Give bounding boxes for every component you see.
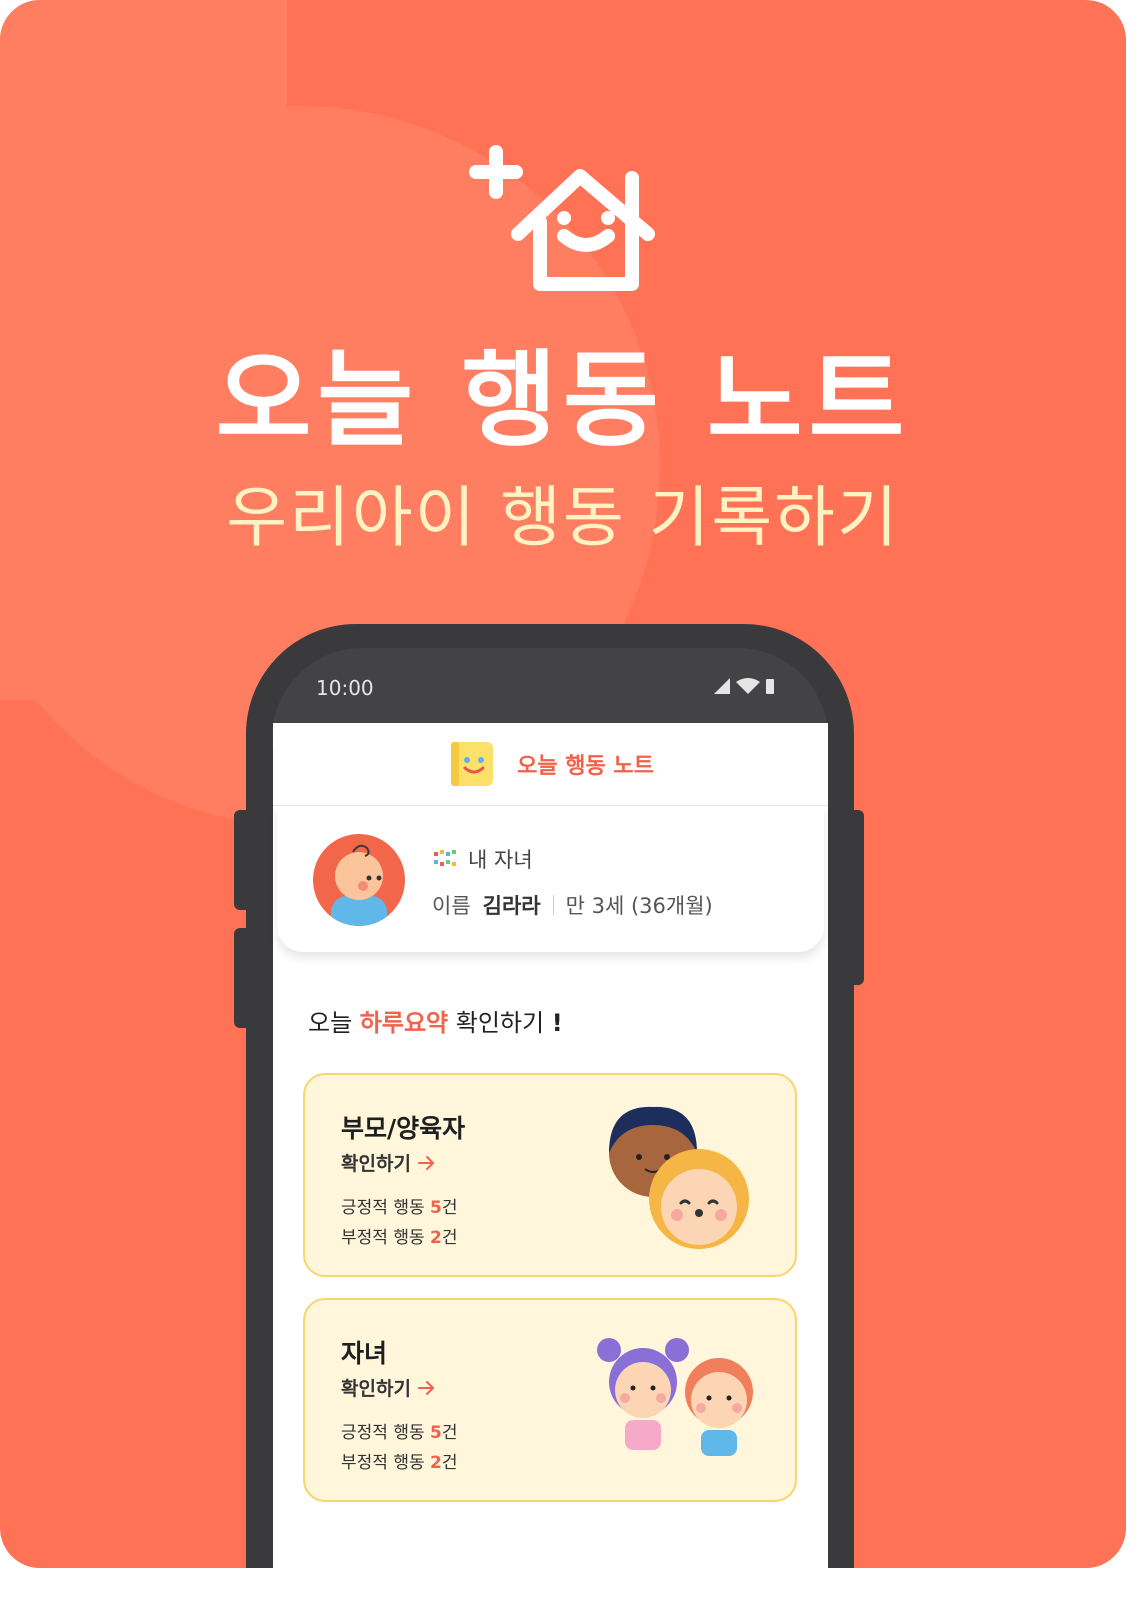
child-section-label: 내 자녀 bbox=[432, 844, 533, 874]
arrow-right-icon bbox=[417, 1155, 435, 1170]
negative-stat: 부정적 행동 2건 bbox=[341, 1228, 458, 1248]
info-divider bbox=[552, 895, 554, 915]
summary-highlight: 하루요약 bbox=[359, 1009, 449, 1037]
app-header: 오늘 행동 노트 bbox=[273, 723, 828, 806]
child-name: 김라라 bbox=[482, 894, 541, 918]
home-plus-icon bbox=[469, 145, 655, 291]
child-avatar bbox=[313, 834, 405, 926]
card-title: 자녀 bbox=[341, 1339, 388, 1368]
summary-suffix: 확인하기 bbox=[448, 1009, 545, 1037]
battery-icon bbox=[766, 679, 774, 694]
notebook-icon bbox=[451, 742, 494, 786]
parent-summary-card[interactable]: 부모/양육자 확인하기 긍정적 행동 5건 부정적 행동 2건 bbox=[303, 1073, 797, 1277]
status-icons bbox=[714, 678, 774, 694]
promo-poster: 오늘 행동 노트 우리아이 행동 기록하기 10:00 오늘 행동 노트 내 자… bbox=[0, 0, 1126, 1568]
wifi-icon bbox=[736, 678, 760, 694]
summary-prefix: 오늘 bbox=[308, 1009, 360, 1037]
summary-heading: 오늘 하루요약 확인하기 ! bbox=[308, 1003, 563, 1038]
summary-exclaim: ! bbox=[551, 1009, 563, 1037]
child-info: 이름 김라라 만 3세 (36개월) bbox=[432, 890, 713, 920]
status-time: 10:00 bbox=[316, 676, 374, 700]
card-check-link[interactable]: 확인하기 bbox=[341, 1149, 437, 1176]
negative-stat: 부정적 행동 2건 bbox=[341, 1453, 458, 1473]
app-screen: 오늘 행동 노트 내 자녀 이름 김라라 만 3세 (36개월) 오늘 하루요약… bbox=[273, 723, 828, 1568]
child-profile-card[interactable]: 내 자녀 이름 김라라 만 3세 (36개월) bbox=[277, 806, 824, 952]
positive-stat: 긍정적 행동 5건 bbox=[341, 1423, 458, 1443]
child-summary-card[interactable]: 자녀 확인하기 긍정적 행동 5건 부정적 행동 2건 bbox=[303, 1298, 797, 1502]
card-check-link[interactable]: 확인하기 bbox=[341, 1374, 437, 1401]
card-link-label: 확인하기 bbox=[341, 1378, 411, 1400]
name-label: 이름 bbox=[432, 894, 471, 918]
arrow-right-icon bbox=[417, 1380, 435, 1395]
phone-mockup: 10:00 오늘 행동 노트 내 자녀 이름 김라라 만 3세 (36개월) 오… bbox=[246, 624, 854, 1568]
children-illustration bbox=[597, 1338, 753, 1456]
hero-title: 오늘 행동 노트 bbox=[215, 339, 911, 461]
parents-illustration bbox=[609, 1106, 749, 1249]
app-title: 오늘 행동 노트 bbox=[517, 754, 654, 779]
child-section-text: 내 자녀 bbox=[468, 848, 533, 872]
positive-stat: 긍정적 행동 5건 bbox=[341, 1198, 458, 1218]
abacus-icon bbox=[434, 850, 456, 866]
card-link-label: 확인하기 bbox=[341, 1153, 411, 1175]
child-age: 만 3세 (36개월) bbox=[565, 894, 713, 918]
card-title: 부모/양육자 bbox=[341, 1114, 466, 1143]
signal-icon bbox=[714, 678, 730, 694]
hero-subtitle: 우리아이 행동 기록하기 bbox=[226, 479, 900, 556]
